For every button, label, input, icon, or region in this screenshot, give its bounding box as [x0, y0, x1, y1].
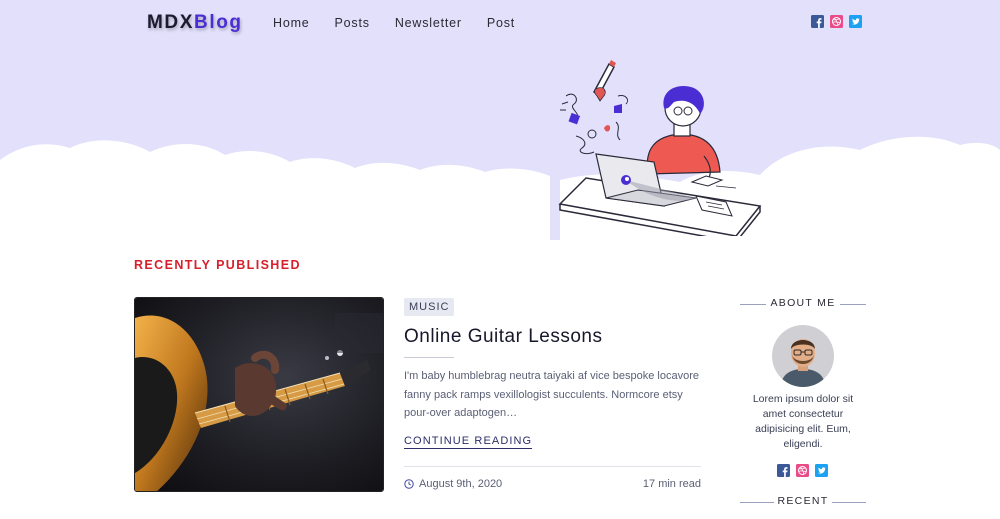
header-social-links: [811, 15, 862, 28]
post-title[interactable]: Online Guitar Lessons: [404, 326, 701, 348]
post-category-tag[interactable]: MUSIC: [404, 298, 455, 316]
meta-divider: [404, 466, 701, 467]
post-excerpt: I'm baby humblebrag neutra taiyaki af vi…: [404, 370, 699, 419]
site-logo[interactable]: MDXBlog: [147, 12, 243, 34]
facebook-icon[interactable]: [777, 464, 790, 477]
nav-links: Home Posts Newsletter Post: [273, 16, 540, 30]
hero-banner: MDXBlog Home Posts Newsletter Post: [0, 0, 1000, 240]
post-thumbnail-guitar[interactable]: [134, 297, 384, 492]
guitar-photo: [135, 298, 383, 491]
dribbble-icon[interactable]: [796, 464, 809, 477]
avatar: [772, 325, 834, 387]
nav-link-posts[interactable]: Posts: [335, 16, 370, 30]
recent-heading-text: RECENT: [777, 495, 829, 507]
twitter-icon[interactable]: [815, 464, 828, 477]
post-read-time: 17 min read: [642, 478, 701, 490]
nav-link-newsletter[interactable]: Newsletter: [395, 16, 462, 30]
continue-reading-link[interactable]: CONTINUE READING: [404, 435, 533, 449]
post-date: August 9th, 2020: [419, 478, 503, 490]
about-me-heading-text: ABOUT ME: [770, 297, 836, 309]
sidebar-social-links: [777, 464, 828, 477]
hero-illustration-person-laptop: [558, 60, 762, 236]
twitter-icon[interactable]: [849, 15, 862, 28]
about-me-heading: ABOUT ME: [740, 297, 866, 311]
logo-text-accent: Blog: [194, 12, 243, 33]
facebook-icon[interactable]: [811, 15, 824, 28]
clock-icon: [404, 479, 414, 489]
logo-text-primary: MDX: [147, 12, 195, 33]
top-navigation: MDXBlog Home Posts Newsletter Post: [0, 0, 1000, 48]
dribbble-icon[interactable]: [830, 15, 843, 28]
title-divider: [404, 357, 454, 358]
avatar-portrait: [772, 325, 834, 387]
nav-link-post[interactable]: Post: [487, 16, 515, 30]
recent-heading: RECENT: [740, 495, 866, 509]
about-me-text: Lorem ipsum dolor sit amet consectetur a…: [752, 393, 854, 450]
sidebar: ABOUT ME Lorem ipsum dolor sit amet cons…: [740, 297, 866, 507]
post-card-content: MUSIC Online Guitar Lessons I'm baby hum…: [404, 297, 701, 490]
section-title-recently-published: RECENTLY PUBLISHED: [134, 258, 301, 272]
nav-link-home[interactable]: Home: [273, 16, 310, 30]
post-date-group: August 9th, 2020: [404, 478, 502, 490]
